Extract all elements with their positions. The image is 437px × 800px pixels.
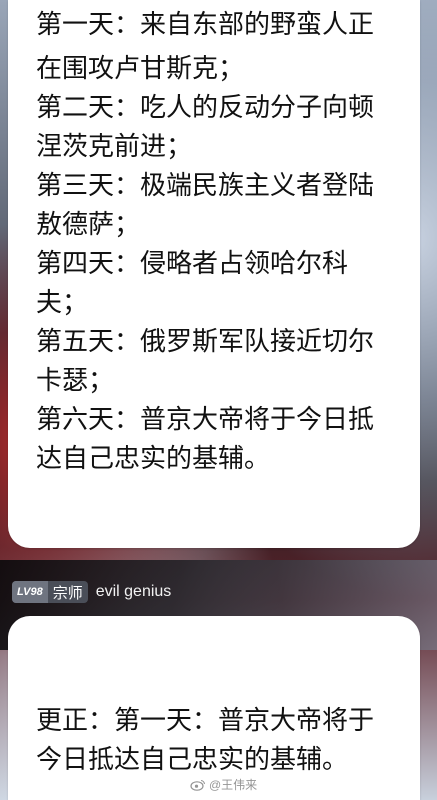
message-line: 第三天：极端民族主义者登陆 (36, 171, 375, 201)
message-line: 达自己忠实的基辅。 (36, 444, 271, 474)
message-line: 第二天：吃人的反动分子向顿 (36, 93, 375, 123)
message-line: 第四天：侵略者占领哈尔科 (36, 249, 349, 279)
message-line: 更正：第一天：普京大帝将于 (36, 706, 375, 736)
message-line: 在围攻卢甘斯克； (36, 54, 245, 84)
message-line: 夫； (36, 288, 89, 318)
level-badge: LV98 宗师 (12, 581, 88, 603)
message-line: 卡瑟； (36, 366, 115, 396)
chat-message-bubble[interactable]: 第一天：来自东部的野蛮人正 在围攻卢甘斯克； 第二天：吃人的反动分子向顿 涅茨克… (8, 0, 420, 548)
message-line: 今日抵达自己忠实的基辅。 (36, 745, 349, 775)
level-label: LV98 (12, 581, 48, 603)
watermark: @王伟来 (190, 776, 257, 793)
sender-info[interactable]: LV98 宗师 evil genius (12, 578, 171, 606)
rank-label: 宗师 (52, 583, 83, 602)
chat-message-bubble[interactable]: 更正：第一天：普京大帝将于 今日抵达自己忠实的基辅。 (8, 616, 420, 800)
weibo-logo-icon (190, 779, 206, 791)
message-line: 第一天：来自东部的野蛮人正 (36, 10, 375, 40)
username[interactable]: evil genius (96, 583, 172, 601)
message-line: 第五天：俄罗斯军队接近切尔 (36, 327, 375, 357)
message-line: 涅茨克前进； (36, 132, 193, 162)
watermark-text: @王伟来 (209, 778, 258, 792)
message-line: 敖德萨； (36, 210, 141, 240)
message-line: 第六天：普京大帝将于今日抵 (36, 405, 375, 435)
